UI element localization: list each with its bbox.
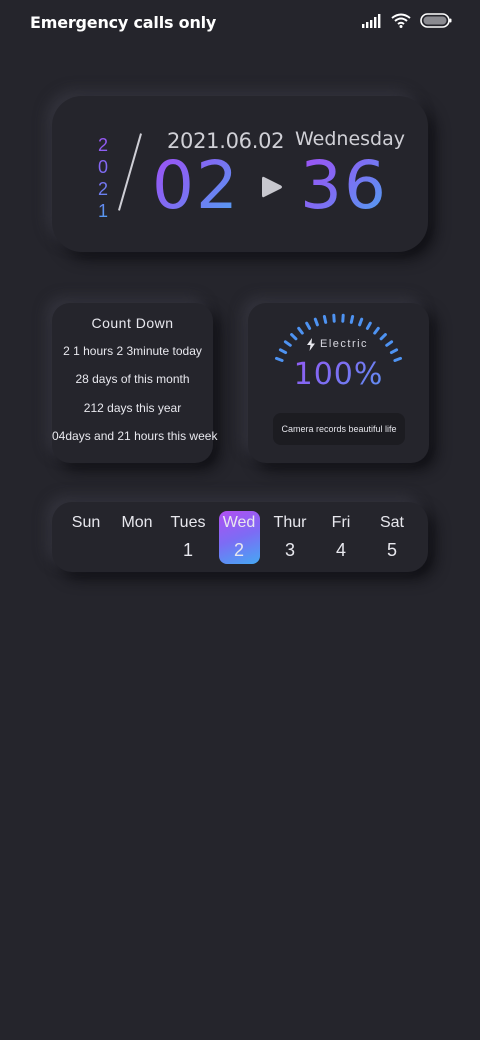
calendar-day-name: Sat (379, 514, 404, 531)
calendar-day-number: 4 (335, 540, 346, 560)
gauge-tick (358, 317, 364, 327)
calendar-day-number: 1 (182, 540, 193, 560)
bolt-icon (306, 338, 316, 351)
calendar-day-number: 2 (233, 540, 244, 560)
calendar-day-wed[interactable]: Wed 2 (217, 502, 261, 572)
calendar-day-name: Tues (170, 514, 206, 531)
calendar-day-sun[interactable]: Sun (64, 502, 108, 572)
gauge-tick (322, 315, 328, 324)
year-digit: 0 (97, 157, 108, 177)
signal-icon (362, 13, 382, 33)
carrier-status-text: Emergency calls only (30, 13, 217, 32)
calendar-day-thur[interactable]: Thur 3 (268, 502, 312, 572)
calendar-day-name: Fri (331, 514, 351, 531)
gauge-tick (389, 348, 399, 355)
calendar-day-name: Sun (71, 514, 101, 531)
electric-label: Electric (320, 338, 369, 350)
status-icons (362, 13, 452, 33)
countdown-month: 28 days of this month (75, 372, 190, 386)
countdown-widget[interactable]: Count Down 2 1 hours 2 3minute today 28 … (52, 303, 218, 463)
calendar-day-fri[interactable]: Fri 4 (319, 502, 363, 572)
countdown-today: 2 1 hours 2 3minute today (63, 344, 202, 358)
divider-slash (118, 133, 142, 211)
gauge-tick (365, 321, 372, 330)
calendar-day-mon[interactable]: Mon (115, 502, 159, 572)
gauge-tick (305, 321, 312, 330)
calendar-day-name: Wed (222, 514, 256, 531)
countdown-year: 212 days this year (83, 401, 182, 415)
play-icon (260, 174, 284, 200)
calendar-day-sat[interactable]: Sat 5 (370, 502, 414, 572)
gauge-tick (379, 333, 387, 341)
year-digit: 2 (97, 179, 108, 199)
countdown-week: 04days and 21 hours this week (52, 429, 218, 443)
status-bar: Emergency calls only (0, 0, 480, 44)
year-digit: 2 (97, 135, 108, 155)
calendar-day-number: 3 (284, 540, 295, 560)
calendar-day-name: Mon (121, 514, 153, 531)
week-calendar-widget[interactable]: Sun Mon Tues 1 Wed 2 Thur 3 Fri 4 Sat 5 (52, 502, 428, 572)
countdown-title: Count Down (91, 315, 174, 331)
gauge-tick (349, 315, 355, 324)
calendar-day-number: 5 (386, 540, 397, 560)
year-vertical: 2 0 2 1 (92, 134, 114, 222)
gauge-tick (283, 340, 292, 347)
clock-minute: 36 (300, 147, 388, 224)
calendar-day-tues[interactable]: Tues 1 (166, 502, 210, 572)
clock-widget[interactable]: 2 0 2 1 2021.06.02 Wednesday 02 36 (52, 96, 428, 252)
battery-widget[interactable]: Electric 100% Camera records beautiful l… (248, 303, 429, 463)
gauge-tick (385, 340, 394, 347)
gauge-tick (373, 326, 380, 335)
gauge-tick (297, 326, 304, 335)
clock-hour: 02 (152, 147, 240, 224)
battery-icon (420, 13, 452, 33)
gauge-tick (313, 317, 319, 327)
camera-caption-button[interactable]: Camera records beautiful life (273, 413, 405, 445)
year-digit: 1 (97, 201, 108, 221)
gauge-tick (278, 348, 288, 355)
calendar-day-name: Thur (273, 514, 307, 531)
battery-percentage: 100% (248, 357, 429, 392)
gauge-tick (290, 333, 298, 341)
wifi-icon (391, 13, 411, 33)
